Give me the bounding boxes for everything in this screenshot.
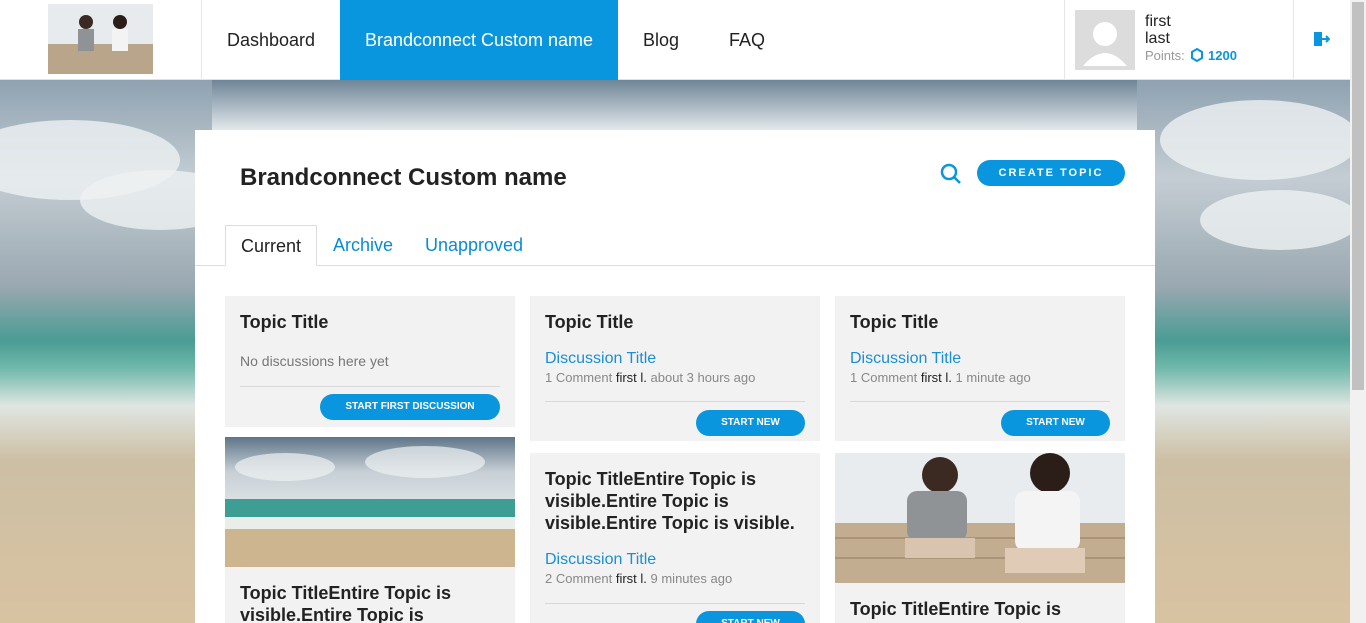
- comment-count: 2 Comment: [545, 571, 613, 586]
- author-name: first l.: [920, 370, 952, 385]
- start-first-discussion-button[interactable]: START FIRST DISCUSSION: [320, 394, 500, 420]
- topic-card[interactable]: Topic TitleEntire Topic is visible.Entir…: [225, 437, 515, 623]
- forum-panel: Brandconnect Custom name CREATE TOPIC Cu…: [195, 130, 1155, 623]
- topic-card[interactable]: Topic Title No discussions here yet STAR…: [225, 296, 515, 427]
- background-band: [212, 80, 1137, 130]
- topic-image: [225, 437, 515, 567]
- topic-title: Topic Title: [545, 312, 634, 332]
- page-title: Brandconnect Custom name: [240, 164, 567, 191]
- tab-archive[interactable]: Archive: [333, 225, 393, 266]
- discussion-link[interactable]: Discussion Title: [545, 350, 656, 368]
- topic-title: Topic Title: [240, 312, 329, 332]
- topic-title: Topic Title: [850, 312, 939, 332]
- points-label: Points:: [1145, 48, 1185, 63]
- brand-logo[interactable]: [48, 4, 153, 74]
- time-ago: about 3 hours ago: [650, 370, 756, 385]
- topic-title: Topic TitleEntire Topic is visible.Entir…: [545, 469, 795, 533]
- card-divider: [545, 401, 805, 402]
- nav-brandconnect[interactable]: Brandconnect Custom name: [340, 0, 618, 80]
- logout-icon[interactable]: [1312, 30, 1330, 48]
- nav-faq[interactable]: FAQ: [729, 0, 765, 80]
- topic-card[interactable]: Topic TitleEntire Topic is visible.Entir…: [530, 453, 820, 623]
- points-value: 1200: [1208, 48, 1237, 63]
- scrollbar-thumb[interactable]: [1352, 2, 1364, 390]
- create-topic-button[interactable]: CREATE TOPIC: [977, 160, 1125, 186]
- nav-blog[interactable]: Blog: [643, 0, 679, 80]
- topic-card[interactable]: Topic TitleEntire Topic is: [835, 453, 1125, 623]
- profile-first-name: first: [1145, 13, 1171, 30]
- discussion-meta: 2 Comment first l. 9 minutes ago: [545, 571, 732, 586]
- discussion-meta: 1 Comment first l. 1 minute ago: [850, 370, 1031, 385]
- topic-title: Topic TitleEntire Topic is visible.Entir…: [240, 583, 452, 623]
- start-new-button[interactable]: START NEW: [1001, 410, 1110, 436]
- topic-card[interactable]: Topic Title Discussion Title 1 Comment f…: [530, 296, 820, 441]
- tab-unapproved[interactable]: Unapproved: [425, 225, 523, 266]
- topic-image: [835, 453, 1125, 583]
- card-divider: [545, 603, 805, 604]
- discussion-link[interactable]: Discussion Title: [545, 551, 656, 569]
- time-ago: 1 minute ago: [955, 370, 1031, 385]
- empty-discussions-text: No discussions here yet: [240, 353, 389, 369]
- card-divider: [240, 386, 500, 387]
- comment-count: 1 Comment: [850, 370, 918, 385]
- start-new-button[interactable]: START NEW: [696, 410, 805, 436]
- search-icon[interactable]: [940, 163, 962, 185]
- points-icon: [1191, 47, 1204, 63]
- author-name: first l.: [615, 370, 647, 385]
- tab-current[interactable]: Current: [225, 225, 318, 266]
- comment-count: 1 Comment: [545, 370, 613, 385]
- topic-title: Topic TitleEntire Topic is: [850, 599, 1062, 619]
- top-navbar: Dashboard Brandconnect Custom name Blog …: [0, 0, 1350, 80]
- discussion-meta: 1 Comment first l. about 3 hours ago: [545, 370, 755, 385]
- start-new-button[interactable]: START NEW: [696, 611, 805, 623]
- points-display: Points: 1200: [1145, 47, 1237, 63]
- profile-last-name: last: [1145, 30, 1170, 47]
- topic-card[interactable]: Topic Title Discussion Title 1 Comment f…: [835, 296, 1125, 441]
- nav-dashboard[interactable]: Dashboard: [227, 0, 315, 80]
- discussion-link[interactable]: Discussion Title: [850, 350, 961, 368]
- card-divider: [850, 401, 1110, 402]
- avatar[interactable]: [1075, 10, 1135, 70]
- author-name: first l.: [615, 571, 647, 586]
- time-ago: 9 minutes ago: [650, 571, 733, 586]
